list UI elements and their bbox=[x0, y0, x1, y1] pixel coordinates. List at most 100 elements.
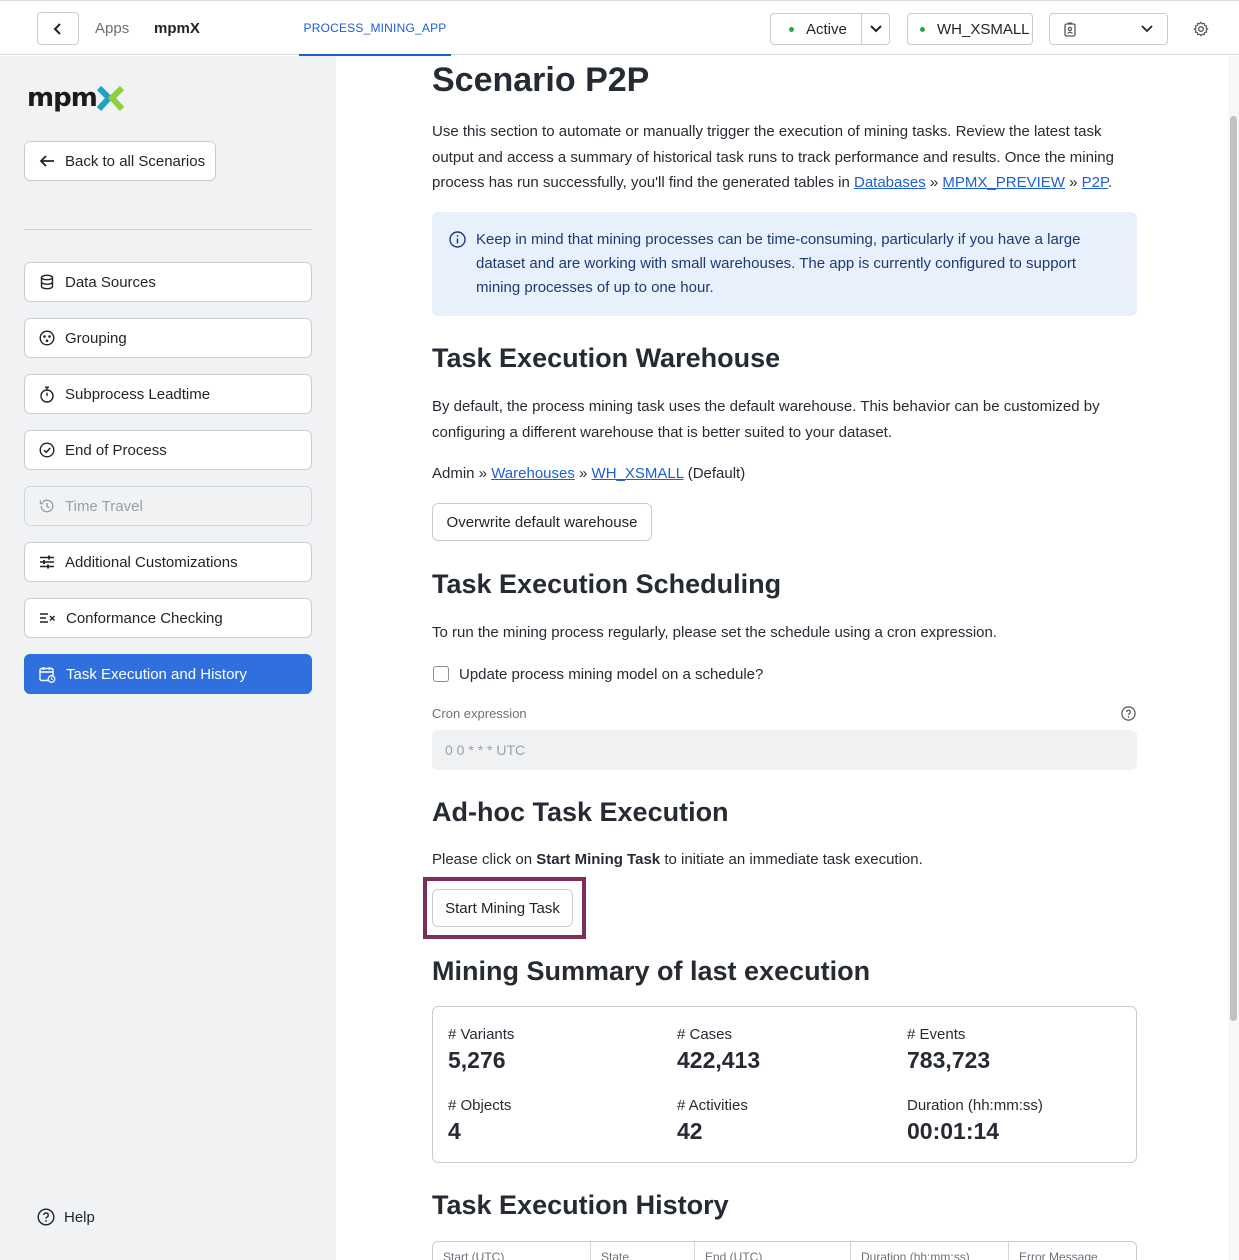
metric-value: 5,276 bbox=[448, 1047, 506, 1073]
sidebar-item-label: Grouping bbox=[65, 329, 127, 347]
check-circle-icon bbox=[39, 442, 55, 458]
sidebar-item-conformance-checking[interactable]: Conformance Checking bbox=[24, 598, 312, 638]
sidebar-item-task-execution-and-history[interactable]: Task Execution and History bbox=[24, 654, 312, 694]
warehouse-dot-icon bbox=[920, 26, 925, 32]
back-to-scenarios-button[interactable]: Back to all Scenarios bbox=[24, 141, 216, 181]
scrollbar[interactable] bbox=[1228, 56, 1239, 1260]
column-header[interactable]: End (UTC) bbox=[695, 1242, 851, 1260]
arrow-left-icon bbox=[39, 155, 54, 167]
warehouse-text: By default, the process mining task uses… bbox=[432, 398, 1100, 441]
sidebar-item-label: End of Process bbox=[65, 441, 167, 459]
scrollbar-thumb[interactable] bbox=[1230, 116, 1237, 1021]
help-circle-icon bbox=[37, 1208, 55, 1226]
info-icon bbox=[449, 231, 466, 248]
cron-expression-input[interactable]: 0 0 * * * UTC bbox=[432, 730, 1137, 770]
warehouse-label: WH_XSMALL bbox=[937, 20, 1030, 38]
sidebar-item-label: Conformance Checking bbox=[66, 609, 223, 627]
settings-gear-icon[interactable] bbox=[1190, 18, 1212, 40]
mpmx-preview-link[interactable]: MPMX_PREVIEW bbox=[942, 174, 1065, 191]
mpmx-logo: mpm bbox=[27, 82, 125, 112]
status-label: Active bbox=[806, 20, 847, 38]
column-header[interactable]: State bbox=[591, 1242, 695, 1260]
metric-label: # Objects bbox=[448, 1097, 512, 1114]
sliders-icon bbox=[40, 555, 54, 569]
history-table-header: Start (UTC) State End (UTC) Duration (hh… bbox=[432, 1241, 1137, 1260]
metric-activities: # Activities 42 bbox=[677, 1097, 748, 1145]
schedule-checkbox-label[interactable]: Update process mining model on a schedul… bbox=[459, 662, 763, 688]
metric-label: Duration (hh:mm:ss) bbox=[907, 1097, 1043, 1114]
sidebar-item-additional-customizations[interactable]: Additional Customizations bbox=[24, 542, 312, 582]
sidebar-item-label: Data Sources bbox=[65, 273, 156, 291]
mining-summary-card: # Variants 5,276 # Cases 422,413 # Event… bbox=[432, 1006, 1137, 1163]
history-heading: Task Execution History bbox=[432, 1190, 729, 1220]
metric-value: 42 bbox=[677, 1118, 703, 1144]
adhoc-text-before: Please click on bbox=[432, 851, 533, 868]
sidebar-item-subprocess-leadtime[interactable]: Subprocess Leadtime bbox=[24, 374, 312, 414]
adhoc-heading: Ad-hoc Task Execution bbox=[432, 797, 729, 827]
info-text: Keep in mind that mining processes can b… bbox=[476, 231, 1081, 296]
help-circle-icon[interactable] bbox=[1121, 706, 1136, 721]
intro-paragraph: Use this section to automate or manually… bbox=[432, 123, 1114, 191]
scheduling-heading: Task Execution Scheduling bbox=[432, 569, 782, 599]
metric-duration: Duration (hh:mm:ss) 00:01:14 bbox=[907, 1097, 1043, 1145]
metric-value: 4 bbox=[448, 1118, 461, 1144]
breadcrumb-apps[interactable]: Apps bbox=[95, 20, 129, 37]
help-link[interactable]: Help bbox=[37, 1208, 95, 1226]
sidebar-item-end-of-process[interactable]: End of Process bbox=[24, 430, 312, 470]
databases-link[interactable]: Databases bbox=[854, 174, 926, 191]
sidebar-divider bbox=[24, 229, 312, 230]
back-to-scenarios-label: Back to all Scenarios bbox=[65, 152, 206, 170]
sidebar: mpm Back to all Scenarios Data Sources G… bbox=[0, 56, 336, 1260]
metric-cases: # Cases 422,413 bbox=[677, 1026, 760, 1074]
metric-events: # Events 783,723 bbox=[907, 1026, 990, 1074]
metric-value: 00:01:14 bbox=[907, 1118, 1000, 1144]
warehouse-selector[interactable]: WH_XSMALL bbox=[907, 13, 1033, 45]
p2p-link[interactable]: P2P bbox=[1082, 174, 1108, 191]
column-header[interactable]: Start (UTC) bbox=[433, 1242, 591, 1260]
status-dropdown-button[interactable] bbox=[861, 13, 890, 45]
sidebar-item-label: Additional Customizations bbox=[65, 553, 238, 571]
column-header[interactable]: Error Message bbox=[1009, 1242, 1136, 1260]
calendar-icon bbox=[39, 666, 56, 683]
database-icon bbox=[40, 274, 54, 290]
summary-heading: Mining Summary of last execution bbox=[432, 956, 871, 986]
warehouses-link[interactable]: Warehouses bbox=[491, 465, 575, 482]
help-label: Help bbox=[64, 1208, 95, 1226]
warehouse-heading: Task Execution Warehouse bbox=[432, 343, 781, 373]
metric-variants: # Variants 5,276 bbox=[448, 1026, 514, 1074]
column-header[interactable]: Duration (hh:mm:ss) bbox=[851, 1242, 1009, 1260]
svg-text:mpm: mpm bbox=[27, 83, 97, 112]
scheduling-text: To run the mining process regularly, ple… bbox=[432, 624, 998, 641]
overwrite-warehouse-button[interactable]: Overwrite default warehouse bbox=[432, 503, 652, 541]
stopwatch-icon bbox=[40, 386, 54, 403]
metric-label: # Variants bbox=[448, 1026, 515, 1043]
metric-objects: # Objects 4 bbox=[448, 1097, 511, 1145]
chevron-down-icon bbox=[869, 25, 882, 33]
wh-xsmall-link[interactable]: WH_XSMALL bbox=[592, 465, 684, 482]
adhoc-text: Please click on Start Mining Task to ini… bbox=[432, 847, 923, 873]
chevron-left-icon bbox=[53, 22, 61, 35]
tab-process-mining-app[interactable]: PROCESS_MINING_APP bbox=[299, 1, 451, 56]
grouping-icon bbox=[39, 330, 55, 346]
sidebar-item-grouping[interactable]: Grouping bbox=[24, 318, 312, 358]
cron-label: Cron expression bbox=[432, 706, 527, 721]
warehouse-path: Admin » Warehouses » WH_XSMALL (Default) bbox=[432, 465, 746, 482]
top-bar: Apps mpmX PROCESS_MINING_APP Active WH_X… bbox=[0, 0, 1239, 56]
chevron-down-icon bbox=[1141, 25, 1153, 33]
start-mining-task-button[interactable]: Start Mining Task bbox=[432, 889, 573, 927]
metric-label: # Cases bbox=[677, 1026, 733, 1043]
sidebar-item-label: Time Travel bbox=[65, 497, 143, 515]
sidebar-item-data-sources[interactable]: Data Sources bbox=[24, 262, 312, 302]
back-button[interactable] bbox=[37, 12, 79, 45]
adhoc-text-bold: Start Mining Task bbox=[536, 851, 661, 868]
metric-label: # Activities bbox=[677, 1097, 748, 1114]
schedule-checkbox[interactable] bbox=[433, 666, 449, 682]
warehouse-path-prefix: Admin » bbox=[432, 465, 488, 482]
page-title: Scenario P2P bbox=[432, 61, 650, 99]
status-selector[interactable]: Active bbox=[770, 13, 862, 45]
metric-label: # Events bbox=[907, 1026, 966, 1043]
role-selector[interactable] bbox=[1049, 13, 1168, 45]
sidebar-item-label: Subprocess Leadtime bbox=[65, 385, 211, 403]
adhoc-text-after: to initiate an immediate task execution. bbox=[664, 851, 923, 868]
metric-value: 783,723 bbox=[907, 1047, 991, 1073]
